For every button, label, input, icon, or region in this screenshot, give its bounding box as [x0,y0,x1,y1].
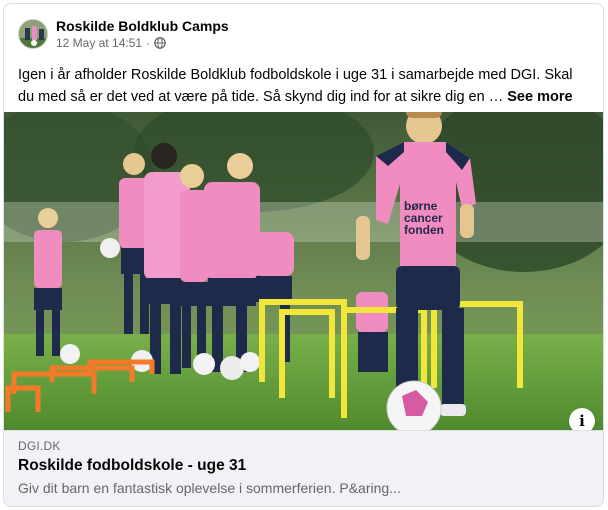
link-description: Giv dit barn en fantastisk oplevelse i s… [18,480,401,496]
post-text: Igen i år afholder Roskilde Boldklub fod… [18,64,590,108]
page-avatar[interactable] [18,19,48,49]
meta-separator: · [146,36,151,50]
link-title[interactable]: Roskilde fodboldskole - uge 31 [18,457,246,475]
link-domain: DGI.DK [18,439,61,453]
link-preview[interactable]: DGI.DK Roskilde fodboldskole - uge 31 Gi… [4,430,603,506]
post-card: Roskilde Boldklub Camps 12 May at 14:51 … [3,3,604,507]
globe-icon [154,37,166,49]
post-photo[interactable]: børne cancer fonden i [4,112,603,430]
see-more-link[interactable]: See more [507,89,572,105]
avatar-image [19,20,47,48]
football-camp-photo: børne cancer fonden [4,112,603,430]
post-timestamp[interactable]: 12 May at 14:51 [56,35,142,51]
info-button[interactable]: i [569,408,595,430]
post-meta: Roskilde Boldklub Camps 12 May at 14:51 … [56,17,229,51]
post-body: Igen i år afholder Roskilde Boldklub fod… [18,67,573,105]
post-subline: 12 May at 14:51 · [56,35,229,51]
page-name-link[interactable]: Roskilde Boldklub Camps [56,17,229,35]
shirt-print-line-3: fonden [404,223,444,237]
post-header: Roskilde Boldklub Camps 12 May at 14:51 … [18,16,229,52]
